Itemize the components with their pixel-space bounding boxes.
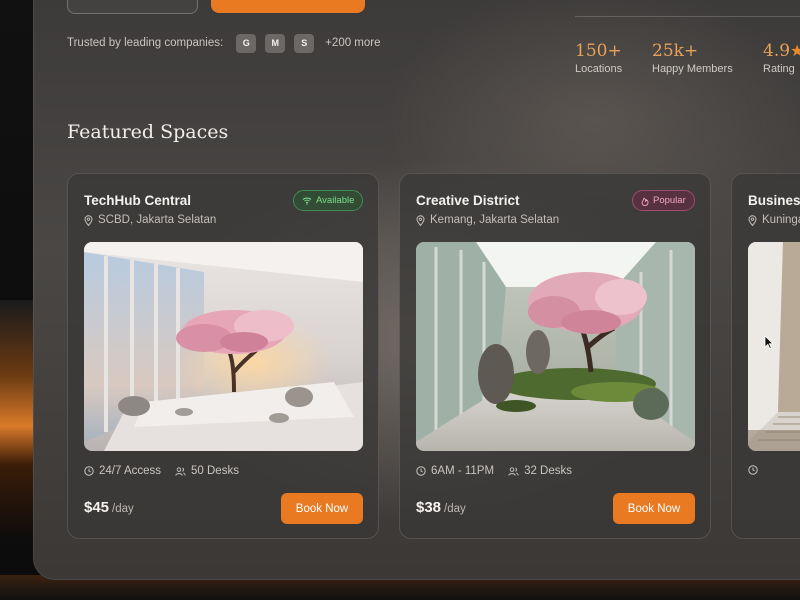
card-location: SCBD, Jakarta Selatan [84, 214, 216, 226]
wifi-icon [302, 197, 312, 205]
card-price: $45/day [84, 499, 134, 517]
more-companies: +200 more [325, 37, 381, 49]
space-photo [416, 242, 695, 451]
star-icon: ★ [790, 41, 800, 60]
price-unit: /day [112, 503, 134, 515]
space-card-business[interactable]: Business Kuninga [731, 173, 800, 539]
stat-locations: 150+ Locations [575, 40, 622, 75]
space-photo [84, 242, 363, 451]
hours-text: 6AM - 11PM [431, 465, 495, 477]
users-icon [508, 466, 519, 476]
stat-value: 25k+ [652, 41, 699, 61]
price-amount: $38 [416, 499, 442, 516]
desks-text: 32 Desks [524, 465, 572, 477]
card-title: Business [748, 193, 800, 208]
popularity-badge: Popular [632, 190, 695, 211]
primary-hero-button[interactable] [211, 0, 365, 13]
card-title: Creative District [416, 193, 520, 208]
clock-icon [416, 466, 426, 476]
section-title: Featured Spaces [67, 121, 229, 143]
location-text: Kemang, Jakarta Selatan [430, 214, 560, 226]
book-now-button[interactable]: Book Now [613, 493, 695, 524]
card-price: $38/day [416, 499, 466, 517]
stat-caption: Rating [763, 63, 795, 75]
stat-members: 25k+ Happy Members [652, 40, 733, 75]
clock-icon [84, 466, 94, 476]
secondary-hero-button[interactable] [67, 0, 198, 14]
cursor-icon [764, 335, 774, 350]
users-icon [175, 466, 186, 476]
stat-value: 4.9 [763, 41, 791, 61]
stats-divider [575, 16, 800, 17]
location-pin-icon [416, 214, 425, 226]
stat-caption: Locations [575, 63, 623, 75]
company-logo-s: S [294, 33, 315, 53]
clock-icon [748, 465, 758, 475]
location-pin-icon [748, 214, 757, 226]
badge-label: Popular [653, 195, 686, 206]
book-now-button[interactable]: Book Now [281, 493, 363, 524]
company-logo-g: G [236, 33, 257, 53]
space-card-creative-district[interactable]: Creative District Popular Kemang, Jakart… [399, 173, 711, 539]
price-unit: /day [444, 503, 466, 515]
card-location: Kuninga [748, 214, 800, 226]
trusted-label: Trusted by leading companies: [67, 37, 224, 49]
badge-label: Available [316, 195, 355, 206]
location-text: SCBD, Jakarta Selatan [98, 214, 217, 226]
stat-rating: 4.9★ Rating [763, 40, 800, 75]
card-location: Kemang, Jakarta Selatan [416, 214, 559, 226]
card-meta [748, 465, 758, 475]
space-card-techhub[interactable]: TechHub Central Available SCBD, Jakarta … [67, 173, 379, 539]
stat-caption: Happy Members [652, 63, 733, 75]
price-amount: $45 [84, 499, 110, 516]
location-text: Kuninga [762, 214, 800, 226]
trusted-by-row: Trusted by leading companies: G M S +200… [67, 33, 381, 53]
card-title: TechHub Central [84, 193, 192, 208]
availability-badge: Available [293, 190, 364, 211]
location-pin-icon [84, 214, 93, 226]
card-meta: 6AM - 11PM 32 Desks [416, 465, 572, 477]
card-meta: 24/7 Access 50 Desks [84, 465, 239, 477]
desks-text: 50 Desks [191, 465, 239, 477]
space-photo [748, 242, 800, 451]
hours-text: 24/7 Access [99, 465, 162, 477]
company-logo-m: M [265, 33, 286, 53]
flame-icon [641, 196, 649, 206]
stat-value: 150+ [575, 41, 622, 61]
